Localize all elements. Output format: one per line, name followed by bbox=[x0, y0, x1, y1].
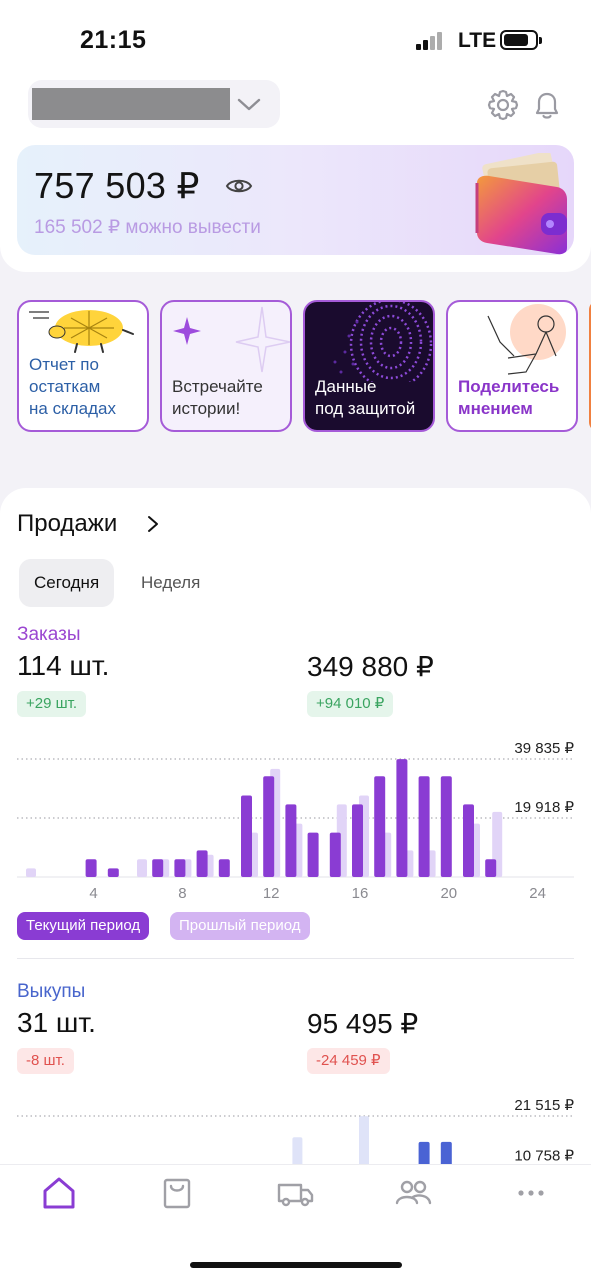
orders-count-delta: +29 шт. bbox=[17, 691, 87, 717]
status-time: 21:15 bbox=[80, 26, 147, 54]
buyouts-count: 31 шт. bbox=[17, 1007, 96, 1038]
buyouts-count-delta: -8 шт. bbox=[17, 1048, 74, 1074]
story-stock-report[interactable]: Отчет по остаткам на складах bbox=[17, 300, 149, 432]
story-share-opinion[interactable]: Поделитесь мнением bbox=[446, 300, 578, 432]
y-tick-label: 10 758 ₽ bbox=[514, 1147, 574, 1164]
top-card: 757 503 ₽ 165 502 ₽ можно вывести bbox=[0, 70, 591, 272]
buyouts-sum-delta: -24 459 ₽ bbox=[307, 1048, 390, 1074]
stories-row: Отчет по остаткам на складах Встречайте ист… bbox=[17, 300, 591, 432]
bar-current bbox=[307, 832, 319, 877]
story-label: Отчет по остаткам на складах bbox=[29, 355, 116, 418]
chevron-down-icon bbox=[237, 98, 261, 111]
gear-icon[interactable] bbox=[486, 88, 520, 122]
bar-current bbox=[485, 859, 497, 877]
bar-current bbox=[85, 859, 97, 877]
bar-current bbox=[174, 859, 186, 877]
status-bar: 21:15 LTE bbox=[0, 0, 591, 80]
bell-icon[interactable] bbox=[530, 88, 564, 122]
shopping-bag-icon[interactable] bbox=[157, 1175, 197, 1211]
divider bbox=[17, 958, 574, 959]
fingerprint-illustration bbox=[333, 302, 433, 382]
bar-current bbox=[463, 804, 474, 877]
home-indicator bbox=[190, 1262, 402, 1268]
buyouts-label: Выкупы bbox=[17, 981, 86, 1002]
truck-icon[interactable] bbox=[275, 1175, 315, 1211]
y-tick-label: 39 835 ₽ bbox=[514, 740, 574, 757]
orders-label: Заказы bbox=[17, 624, 81, 645]
orders-count: 114 шт. bbox=[17, 650, 110, 681]
bar-current bbox=[196, 850, 208, 877]
sparkle-icon bbox=[173, 306, 290, 373]
tab-week[interactable]: Неделя bbox=[126, 559, 215, 607]
app-screen: 21:15 LTE 757 503 ₽ 165 502 ₽ можно выве… bbox=[0, 0, 591, 1280]
home-icon[interactable] bbox=[39, 1175, 79, 1211]
story-meet-stories[interactable]: Встречайте истории! bbox=[160, 300, 292, 432]
bar-current bbox=[396, 759, 408, 877]
orders-chart-svg: 39 835 ₽ 19 918 ₽ 4 8 12 16 20 24 bbox=[17, 740, 574, 902]
bar-previous bbox=[26, 868, 36, 877]
legend-previous-period[interactable]: Прошлый период bbox=[170, 912, 310, 940]
signal-icon bbox=[416, 30, 448, 50]
balance-card[interactable]: 757 503 ₽ 165 502 ₽ можно вывести bbox=[17, 145, 574, 255]
x-tick-label: 16 bbox=[352, 885, 369, 902]
bar-current bbox=[418, 776, 430, 877]
bar-current bbox=[352, 804, 363, 877]
bar-current bbox=[263, 776, 275, 877]
bar-previous bbox=[137, 859, 147, 877]
bar-current bbox=[329, 832, 341, 877]
orders-chart[interactable]: 39 835 ₽ 19 918 ₽ 4 8 12 16 20 24 bbox=[0, 733, 591, 903]
chevron-right-icon[interactable] bbox=[146, 514, 160, 534]
network-type: LTE bbox=[458, 29, 497, 52]
bar-current bbox=[440, 776, 452, 877]
bar-current bbox=[241, 795, 252, 877]
orders-sum-delta: +94 010 ₽ bbox=[307, 691, 394, 717]
bar-current bbox=[152, 859, 164, 877]
bar-current bbox=[374, 776, 386, 877]
more-icon[interactable] bbox=[511, 1175, 551, 1211]
orders-sum: 349 880 ₽ bbox=[307, 651, 434, 682]
x-tick-label: 12 bbox=[263, 885, 280, 902]
wallet-illustration bbox=[475, 153, 567, 255]
bar-current bbox=[218, 859, 230, 877]
tab-today[interactable]: Сегодня bbox=[19, 559, 115, 607]
balance-amount: 757 503 ₽ bbox=[34, 165, 200, 206]
y-tick-label: 19 918 ₽ bbox=[514, 799, 574, 816]
story-label: Поделитесь мнением bbox=[458, 377, 560, 418]
story-data-protection[interactable]: Данные под защитой bbox=[303, 300, 435, 432]
sales-card: Продажи Сегодня Неделя Заказы 114 шт. 34… bbox=[0, 488, 591, 1188]
users-icon[interactable] bbox=[393, 1175, 433, 1211]
buyouts-sum: 95 495 ₽ bbox=[307, 1008, 419, 1039]
y-tick-label: 21 515 ₽ bbox=[514, 1097, 574, 1114]
sales-title[interactable]: Продажи bbox=[17, 510, 117, 538]
story-label: Данные под защитой bbox=[315, 377, 416, 418]
battery-icon bbox=[500, 30, 542, 50]
bar-current bbox=[107, 868, 119, 877]
story-label: Встречайте истории! bbox=[172, 377, 263, 418]
x-tick-label: 20 bbox=[440, 885, 457, 902]
eye-icon[interactable] bbox=[225, 175, 253, 197]
x-tick-label: 4 bbox=[89, 885, 97, 902]
legend-current-period[interactable]: Текущий период bbox=[17, 912, 150, 940]
withdrawable-amount: 165 502 ₽ можно вывести bbox=[34, 217, 261, 238]
x-tick-label: 24 bbox=[529, 885, 546, 902]
x-tick-label: 8 bbox=[178, 885, 186, 902]
person-illustration bbox=[487, 304, 566, 375]
account-selector[interactable] bbox=[28, 80, 280, 128]
account-name-redacted bbox=[32, 88, 230, 120]
bar-current bbox=[285, 804, 297, 877]
